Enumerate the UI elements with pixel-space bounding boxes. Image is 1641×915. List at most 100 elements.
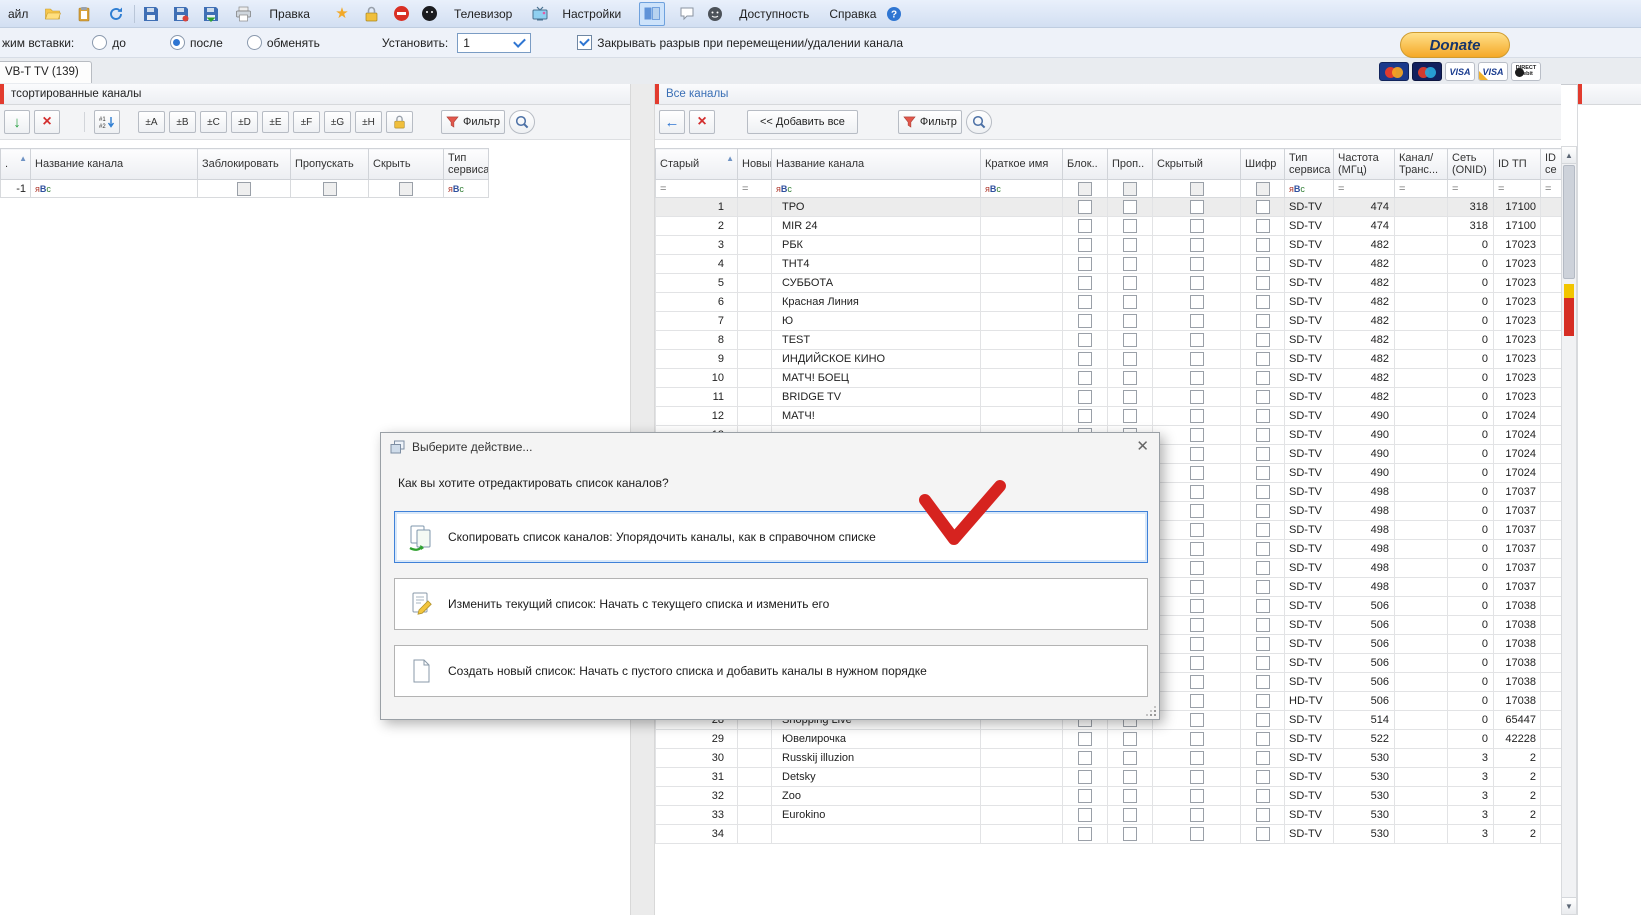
hidden-checkbox[interactable] xyxy=(1190,751,1204,765)
cell-channel-name[interactable]: Russkij illuzion xyxy=(772,749,981,768)
cell-network[interactable]: 0 xyxy=(1448,426,1494,445)
cell-network[interactable]: 0 xyxy=(1448,407,1494,426)
add-all-button[interactable]: << Добавить все xyxy=(747,110,858,134)
locked-checkbox[interactable] xyxy=(1078,333,1092,347)
cell-locked[interactable] xyxy=(1063,388,1108,407)
close-gap-checkbox[interactable] xyxy=(577,35,592,50)
cell-frequency[interactable]: 482 xyxy=(1334,331,1395,350)
cell-encrypted[interactable] xyxy=(1241,217,1285,236)
cell-service-type[interactable]: SD-TV xyxy=(1285,426,1334,445)
cell-channel-transponder[interactable] xyxy=(1395,654,1448,673)
tab-dvbt-tv[interactable]: VB-T TV (139) xyxy=(0,61,92,83)
encrypted-checkbox[interactable] xyxy=(1256,390,1270,404)
cell-service-type[interactable]: SD-TV xyxy=(1285,331,1334,350)
cell-short-name[interactable] xyxy=(981,388,1063,407)
channel-row[interactable]: 5 СУББОТА SD-TV 482 0 17023 xyxy=(656,274,1562,293)
cell-hidden[interactable] xyxy=(1153,730,1241,749)
cell-service-type[interactable]: SD-TV xyxy=(1285,749,1334,768)
cell-service-type[interactable]: SD-TV xyxy=(1285,445,1334,464)
hidden-checkbox[interactable] xyxy=(1190,542,1204,556)
filter-service-type[interactable]: яBс xyxy=(1285,180,1334,198)
locked-checkbox[interactable] xyxy=(1078,295,1092,309)
cell-frequency[interactable]: 482 xyxy=(1334,274,1395,293)
cell-short-name[interactable] xyxy=(981,274,1063,293)
hidden-checkbox[interactable] xyxy=(1190,675,1204,689)
cell-sid[interactable] xyxy=(1541,806,1562,825)
cell-short-name[interactable] xyxy=(981,293,1063,312)
cell-encrypted[interactable] xyxy=(1241,369,1285,388)
skip-checkbox[interactable] xyxy=(1123,276,1137,290)
cell-sid[interactable] xyxy=(1541,388,1562,407)
cell-encrypted[interactable] xyxy=(1241,559,1285,578)
channel-row[interactable]: 7 Ю SD-TV 482 0 17023 xyxy=(656,312,1562,331)
cell-short-name[interactable] xyxy=(981,255,1063,274)
cell-frequency[interactable]: 482 xyxy=(1334,369,1395,388)
cell-tsid[interactable]: 17100 xyxy=(1494,217,1541,236)
cell-sid[interactable] xyxy=(1541,236,1562,255)
encrypted-checkbox[interactable] xyxy=(1256,713,1270,727)
cell-frequency[interactable]: 482 xyxy=(1334,350,1395,369)
cell-service-type[interactable]: SD-TV xyxy=(1285,654,1334,673)
menu-file[interactable]: айл xyxy=(0,3,36,25)
hidden-checkbox[interactable] xyxy=(1190,314,1204,328)
cell-sid[interactable] xyxy=(1541,749,1562,768)
cell-locked[interactable] xyxy=(1063,217,1108,236)
cell-short-name[interactable] xyxy=(981,749,1063,768)
cell-service-type[interactable]: SD-TV xyxy=(1285,559,1334,578)
encrypted-checkbox[interactable] xyxy=(1256,485,1270,499)
cell-channel-transponder[interactable] xyxy=(1395,521,1448,540)
fav-letter-button[interactable]: ±B xyxy=(169,111,196,133)
skip-checkbox[interactable] xyxy=(1123,789,1137,803)
encrypted-checkbox[interactable] xyxy=(1256,751,1270,765)
cell-old-number[interactable]: 8 xyxy=(656,331,738,350)
channel-row[interactable]: 30 Russkij illuzion SD-TV 530 3 2 xyxy=(656,749,1562,768)
cell-tsid[interactable]: 17038 xyxy=(1494,597,1541,616)
cell-channel-name[interactable]: СУББОТА xyxy=(772,274,981,293)
cell-sid[interactable] xyxy=(1541,521,1562,540)
filter-button-left[interactable]: Фильтр xyxy=(441,110,505,134)
skip-checkbox[interactable] xyxy=(1123,238,1137,252)
cell-hidden[interactable] xyxy=(1153,540,1241,559)
cell-hidden[interactable] xyxy=(1153,711,1241,730)
channel-row[interactable]: 33 Eurokino SD-TV 530 3 2 xyxy=(656,806,1562,825)
cell-tsid[interactable]: 17037 xyxy=(1494,540,1541,559)
cell-new-number[interactable] xyxy=(738,787,772,806)
cell-tsid[interactable]: 17023 xyxy=(1494,236,1541,255)
cell-frequency[interactable]: 474 xyxy=(1334,198,1395,217)
col-short-name[interactable]: Краткое имя xyxy=(981,149,1063,180)
filter-hide[interactable] xyxy=(369,180,444,198)
cell-channel-transponder[interactable] xyxy=(1395,331,1448,350)
cell-sid[interactable] xyxy=(1541,407,1562,426)
cell-hidden[interactable] xyxy=(1153,578,1241,597)
col-frequency[interactable]: Частота (МГц) xyxy=(1334,149,1395,180)
scroll-down-button[interactable]: ▼ xyxy=(1562,897,1576,914)
radio-after-label[interactable]: после xyxy=(190,36,223,50)
cell-channel-transponder[interactable] xyxy=(1395,559,1448,578)
encrypted-checkbox[interactable] xyxy=(1256,561,1270,575)
col-skip[interactable]: Проп.. xyxy=(1108,149,1153,180)
cell-network[interactable]: 0 xyxy=(1448,483,1494,502)
cell-new-number[interactable] xyxy=(738,331,772,350)
cell-new-number[interactable] xyxy=(738,274,772,293)
cell-old-number[interactable]: 9 xyxy=(656,350,738,369)
cell-encrypted[interactable] xyxy=(1241,445,1285,464)
skip-checkbox[interactable] xyxy=(1123,808,1137,822)
cell-channel-transponder[interactable] xyxy=(1395,787,1448,806)
cell-skip[interactable] xyxy=(1108,388,1153,407)
cell-skip[interactable] xyxy=(1108,407,1153,426)
locked-checkbox[interactable] xyxy=(1078,770,1092,784)
cell-hidden[interactable] xyxy=(1153,502,1241,521)
scroll-up-button[interactable]: ▲ xyxy=(1562,147,1576,164)
encrypted-checkbox[interactable] xyxy=(1256,827,1270,841)
cell-tsid[interactable]: 2 xyxy=(1494,806,1541,825)
cell-network[interactable]: 0 xyxy=(1448,559,1494,578)
cell-network[interactable]: 0 xyxy=(1448,730,1494,749)
cell-channel-transponder[interactable] xyxy=(1395,578,1448,597)
cell-encrypted[interactable] xyxy=(1241,730,1285,749)
skip-checkbox[interactable] xyxy=(1123,219,1137,233)
encrypted-checkbox[interactable] xyxy=(1256,675,1270,689)
hidden-checkbox[interactable] xyxy=(1190,352,1204,366)
channel-row[interactable]: 3 РБК SD-TV 482 0 17023 xyxy=(656,236,1562,255)
col-hide[interactable]: Скрыть xyxy=(369,149,444,180)
option-new-list-button[interactable]: Создать новый список: Начать с пустого с… xyxy=(394,645,1148,697)
